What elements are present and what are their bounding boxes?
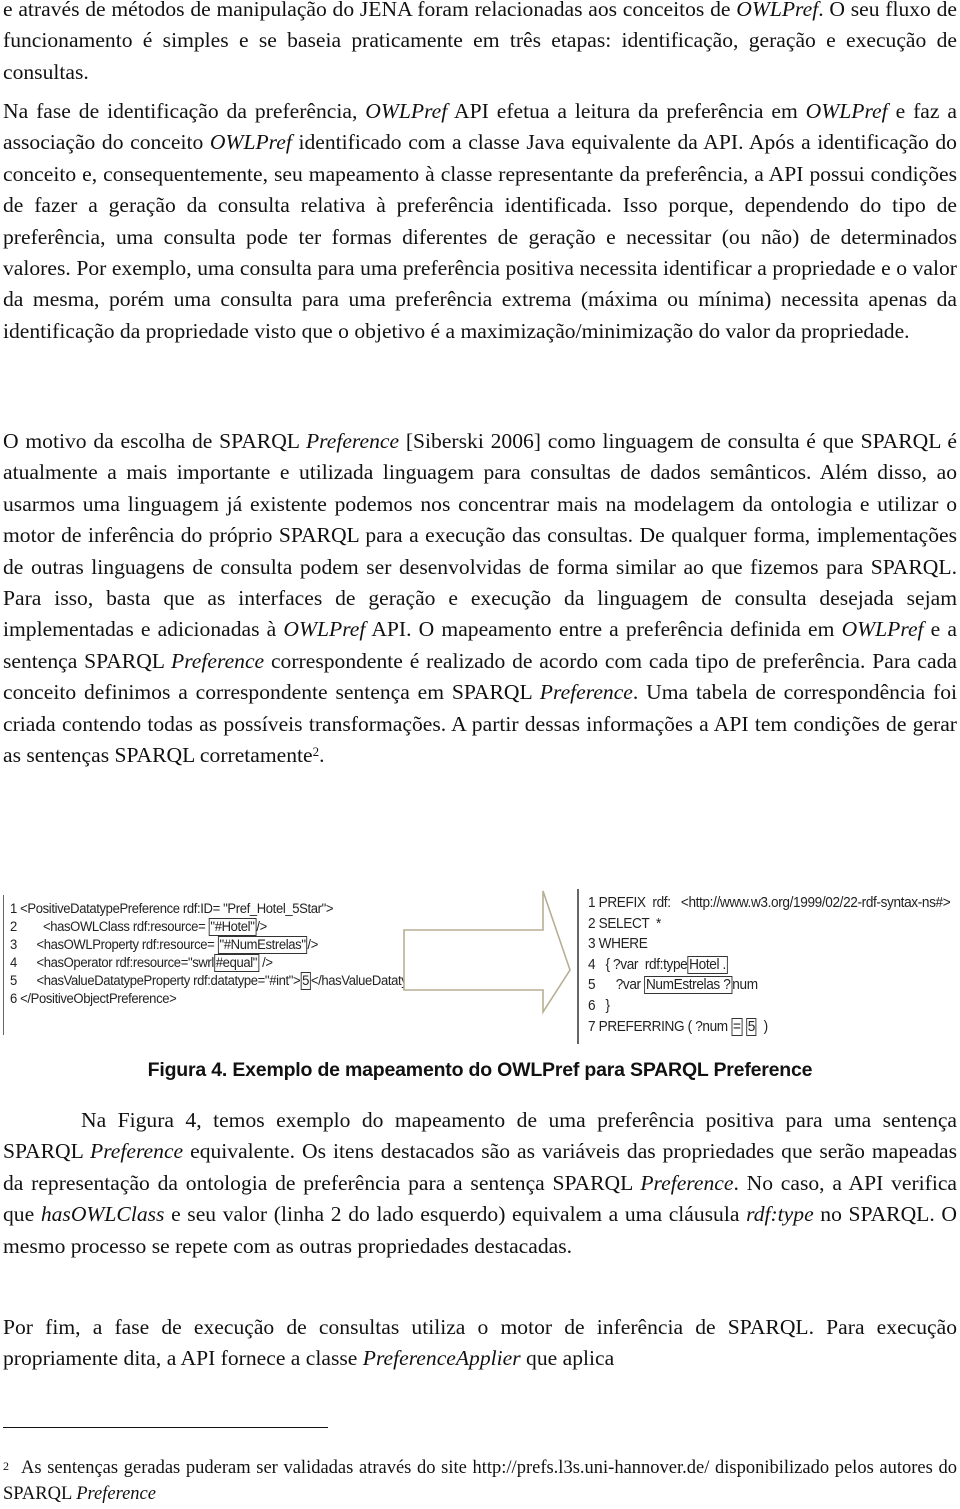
paragraph-intro: e através de métodos de manipulação do J…	[3, 0, 957, 88]
term-preference: Preference	[171, 648, 265, 673]
code-text: PREFIX rdf: <http://www.w3.org/1999/02/2…	[595, 895, 951, 911]
footnote-divider	[3, 1427, 328, 1428]
term-preference: Preference	[90, 1139, 184, 1164]
term-owlpref: OWLPref	[283, 617, 366, 642]
code-text: <hasOWLProperty rdf:resource=	[16, 937, 218, 953]
term-preference: Preference	[76, 1484, 156, 1504]
figure-caption: Figura 4. Exemplo de mapeamento do OWLPr…	[147, 1059, 813, 1081]
paragraph-identification: Na fase de identificação da preferência,…	[3, 96, 957, 347]
line-number: 4	[588, 956, 596, 973]
sparql-line: 7 PREFERRING ( ?num = 5 )	[588, 1017, 950, 1038]
code-text: WHERE	[595, 936, 648, 953]
highlighted-item: Hotel .	[687, 955, 728, 974]
paragraph-figure-explanation: Na Figura 4, temos exemplo do mapeamento…	[3, 1105, 957, 1262]
sparql-line: 1 PREFIX rdf: <http://www.w3.org/1999/02…	[588, 893, 951, 914]
sparql-line: 5 ?var NumEstrelas ? num	[588, 975, 950, 996]
text: Na fase de identificação da preferência,	[3, 99, 366, 123]
line-number: 2	[10, 919, 17, 935]
term-owlpref: OWLPref	[365, 99, 448, 123]
text: API. O mapeamento entre a preferência de…	[365, 617, 842, 642]
highlighted-item: 5	[300, 972, 311, 990]
code-text: />	[307, 937, 318, 953]
highlighted-item: "#Hotel"	[208, 918, 257, 936]
text: [Siberski 2006] como linguagem de consul…	[3, 429, 957, 642]
highlighted-item: =	[731, 1017, 743, 1036]
sparql-line: 6 }	[588, 996, 950, 1017]
footnote-ref[interactable]: 2	[313, 744, 320, 759]
code-text: SELECT *	[595, 915, 662, 932]
term-hasowlclass: hasOWLClass	[40, 1202, 165, 1227]
term-preference: Preference	[539, 680, 633, 705]
line-number: 6	[588, 997, 596, 1014]
term-preference: Preference	[640, 1170, 734, 1195]
code-text: num	[732, 977, 758, 994]
text: O motivo da escolha de SPARQL	[3, 429, 306, 453]
line-number: 5	[588, 977, 596, 994]
code-border-left	[3, 895, 4, 1035]
term-owlpref: OWLPref	[736, 0, 819, 21]
code-text: )	[756, 1018, 769, 1035]
sparql-line: 3 WHERE	[588, 934, 950, 955]
line-number: 3	[10, 937, 17, 953]
term-owlpref: OWLPref	[841, 617, 924, 642]
sparql-line: 2 SELECT *	[588, 914, 950, 935]
term-preferenceapplier: PreferenceApplier	[362, 1346, 521, 1371]
code-border-right	[577, 889, 579, 1044]
line-number: 4	[10, 955, 17, 971]
sparql-line: 4 { ?var rdf:type Hotel .	[588, 955, 950, 976]
code-text: />	[256, 919, 267, 935]
code-text: <hasOperator rdf:resource="swrl	[16, 955, 214, 971]
highlighted-item: #equal"	[213, 954, 259, 972]
sparql-code-block: 1 PREFIX rdf: <http://www.w3.org/1999/02…	[588, 893, 951, 1038]
text: que aplica	[520, 1346, 615, 1371]
code-text: />	[258, 955, 273, 971]
highlighted-item: NumEstrelas ?	[644, 976, 733, 995]
line-number: 1	[588, 895, 596, 911]
code-text: { ?var rdf:type	[595, 956, 688, 973]
paragraph-execution: Por fim, a fase de execução de consultas…	[3, 1312, 957, 1375]
text: e através de métodos de manipulação do J…	[3, 0, 737, 21]
text: identificado com a classe Java equivalen…	[3, 130, 957, 343]
highlighted-item: "#NumEstrelas"	[217, 936, 308, 954]
line-number: 5	[10, 973, 17, 989]
term-preference: Preference	[305, 429, 400, 453]
footnote-number: 2	[3, 1459, 9, 1473]
text: e seu valor (linha 2 do lado esquerdo) e…	[164, 1202, 747, 1227]
code-text: </PositiveObjectPreference>	[16, 991, 177, 1007]
code-text: ?var	[595, 977, 645, 994]
line-number: 6	[10, 991, 17, 1007]
code-text: <PositiveDatatypePreference rdf:ID= "Pre…	[16, 901, 334, 917]
term-rdf-type: rdf:type	[746, 1202, 814, 1227]
code-text: PREFERRING ( ?num	[595, 1018, 732, 1035]
line-number: 2	[588, 915, 596, 932]
mapping-arrow-icon	[403, 890, 571, 1015]
term-owlpref: OWLPref	[805, 99, 888, 123]
paragraph-sparql-choice: O motivo da escolha de SPARQL Preference…	[3, 426, 957, 771]
code-text: <hasOWLClass rdf:resource=	[16, 919, 209, 935]
highlighted-item: 5	[745, 1017, 757, 1036]
line-number: 3	[588, 936, 596, 953]
line-number: 1	[10, 901, 17, 917]
text: .	[319, 743, 325, 768]
term-owlpref: OWLPref	[209, 130, 292, 155]
code-text: <hasValueDatatypeProperty rdf:datatype="…	[16, 973, 301, 989]
code-text: }	[595, 997, 610, 1014]
line-number: 7	[588, 1018, 596, 1035]
text: API efetua a leitura da preferência em	[447, 99, 806, 123]
footnote: 2 As sentenças geradas puderam ser valida…	[3, 1455, 957, 1507]
